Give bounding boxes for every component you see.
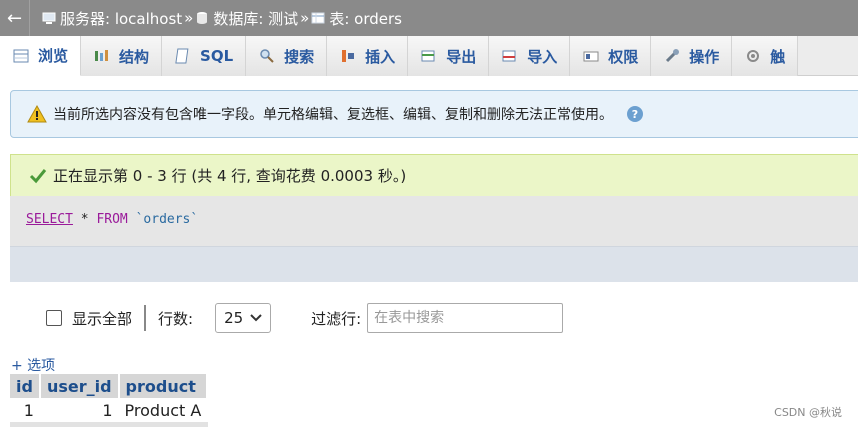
breadcrumb-table[interactable]: 表: orders [311,8,402,29]
nav-divider [144,305,147,331]
tab-import-label: 导入 [527,47,558,66]
table-row-partial [10,422,208,427]
tab-operations[interactable]: 操作 [651,36,733,76]
server-icon [42,12,56,24]
table-tabs: 浏览 结构 SQL 搜索 插入 导出 导入 权限 操作 触 [0,36,858,76]
help-icon[interactable]: ? [627,106,643,122]
show-all-label[interactable]: 显示全部 [72,308,132,329]
unique-key-warning: 当前所选内容没有包含唯一字段。单元格编辑、复选框、编辑、复制和删除无法正常使用。… [10,90,858,138]
tab-triggers-label: 触 [770,47,786,66]
import-icon [501,47,519,65]
watermark: CSDN @秋说 [774,406,842,419]
show-all-checkbox[interactable] [46,310,62,326]
chevron-down-icon [250,314,262,322]
breadcrumb-separator: » [184,9,194,27]
tab-triggers[interactable]: 触 [732,36,799,76]
column-header-user-id[interactable]: user_id [39,374,120,398]
sql-table-name: `orders` [135,212,199,227]
tab-privileges-label: 权限 [608,47,639,66]
tab-sql-label: SQL [200,47,234,65]
filter-rows-input[interactable] [367,303,564,333]
sql-query-display: SELECT * FROM `orders` [10,196,858,246]
tab-search-label: 搜索 [284,47,315,66]
rows-per-page-select[interactable]: 25 [215,303,272,333]
sql-star: * [72,212,97,227]
table-cell[interactable]: 1 [39,398,119,422]
tab-sql[interactable]: SQL [162,36,247,76]
table-row: 1 1 Product A [10,398,208,422]
table-header-row: id user_id product [10,374,209,398]
search-icon [258,47,276,65]
privileges-icon [582,47,600,65]
tab-browse-label: 浏览 [38,47,69,65]
table-cell[interactable]: Product A [118,398,208,422]
structure-icon [93,47,111,65]
breadcrumb-server-label: 服务器: localhost [60,9,183,28]
column-header-product[interactable]: product [118,374,209,398]
sql-select-keyword[interactable]: SELECT [26,212,73,227]
results-table: id user_id product 1 1 Product A [10,374,209,422]
tab-export-label: 导出 [446,47,477,66]
tab-search[interactable]: 搜索 [246,36,328,76]
tab-structure-label: 结构 [119,47,150,66]
insert-icon [339,47,357,65]
breadcrumb-database[interactable]: 数据库: 测试 [195,8,298,29]
breadcrumb-database-label: 数据库: 测试 [213,9,299,28]
breadcrumb-bar: ← 服务器: localhost » 数据库: 测试 » 表: orders [0,0,858,36]
rows-label: 行数: [158,309,194,328]
rows-per-page-value: 25 [224,309,244,327]
breadcrumb-server[interactable]: 服务器: localhost [42,8,182,29]
tab-operations-label: 操作 [689,47,720,66]
tab-structure[interactable]: 结构 [81,36,163,76]
warning-text: 当前所选内容没有包含唯一字段。单元格编辑、复选框、编辑、复制和删除无法正常使用。 [53,107,613,123]
result-navigation: 显示全部 行数: 25 过滤行: [10,298,850,338]
triggers-icon [744,47,762,65]
query-success-message: 正在显示第 0 - 3 行 (共 4 行, 查询花费 0.0003 秒。) [10,154,858,196]
success-text: 正在显示第 0 - 3 行 (共 4 行, 查询花费 0.0003 秒。) [53,167,407,185]
browse-icon [12,47,30,65]
warning-icon [27,105,47,123]
breadcrumb-separator: » [300,9,310,27]
tab-insert-label: 插入 [365,47,396,66]
sql-from-keyword: FROM [96,212,128,227]
tab-insert[interactable]: 插入 [327,36,409,76]
tab-privileges[interactable]: 权限 [570,36,652,76]
checkmark-icon [29,168,47,183]
column-header-id[interactable]: id [10,374,41,398]
tab-export[interactable]: 导出 [408,36,490,76]
breadcrumb-table-label: 表: orders [329,9,402,28]
back-button[interactable]: ← [0,0,30,36]
tab-browse[interactable]: 浏览 [0,36,82,76]
database-icon [197,12,208,24]
table-icon [311,12,325,24]
tab-import[interactable]: 导入 [489,36,571,76]
sql-icon [174,47,192,65]
filter-rows-label: 过滤行: [311,309,362,328]
table-cell[interactable]: 1 [10,398,40,422]
operations-icon [663,47,681,65]
breadcrumb: 服务器: localhost » 数据库: 测试 » 表: orders [30,8,402,29]
export-icon [420,47,438,65]
sql-query-toolbar [10,246,858,282]
options-link[interactable]: + 选项 [11,355,55,375]
